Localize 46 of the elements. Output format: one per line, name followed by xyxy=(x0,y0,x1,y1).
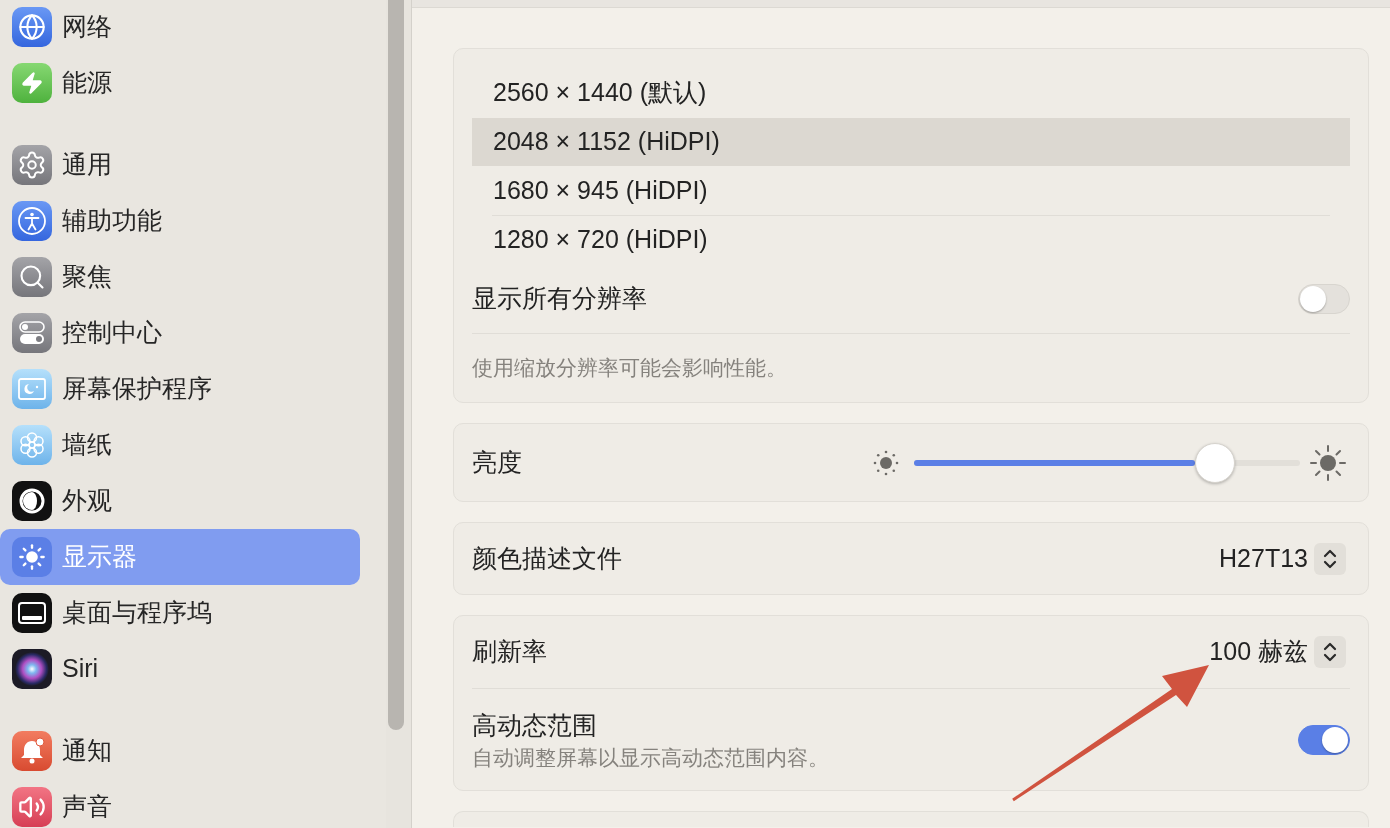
slider-thumb[interactable] xyxy=(1195,442,1236,483)
sidebar-item[interactable]: 聚焦 xyxy=(0,249,360,305)
setting-label: 颜色描述文件 xyxy=(472,542,622,574)
speaker-icon xyxy=(12,787,52,827)
gear-icon xyxy=(12,145,52,185)
toggles-icon xyxy=(12,313,52,353)
lightning-icon xyxy=(12,63,52,103)
setting-label: 亮度 xyxy=(472,446,523,478)
search-icon xyxy=(12,257,52,297)
sidebar-item[interactable]: 通知 xyxy=(0,723,360,779)
sidebar-item[interactable]: 声音 xyxy=(0,779,360,828)
window-icon xyxy=(12,593,52,633)
sidebar-item[interactable]: Siri xyxy=(0,641,360,697)
globe-icon xyxy=(12,7,52,47)
flower-icon xyxy=(12,425,52,465)
setting-label: 刷新率 xyxy=(472,636,547,668)
setting-label: 高动态范围 xyxy=(472,709,598,741)
setting-description: 自动调整屏幕以显示高动态范围内容。 xyxy=(472,744,829,771)
setting-label: 显示所有分辨率 xyxy=(472,282,647,314)
sidebar-item[interactable]: 外观 xyxy=(0,473,360,529)
sidebar-item[interactable]: 桌面与程序坞 xyxy=(0,585,360,641)
accessibility-icon xyxy=(12,201,52,241)
dim-sun-icon xyxy=(873,449,899,476)
scrollbar[interactable] xyxy=(388,0,404,730)
sidebar-item[interactable]: 辅助功能 xyxy=(0,193,360,249)
sidebar-item[interactable]: 墙纸 xyxy=(0,417,360,473)
refresh-popup-button[interactable]: 100 赫兹 xyxy=(1209,633,1346,671)
sidebar-item[interactable]: 通用 xyxy=(0,137,360,193)
up-down-chevron-icon xyxy=(1314,542,1346,575)
bell-icon xyxy=(12,731,52,771)
up-down-chevron-icon xyxy=(1314,636,1346,668)
resolution-option[interactable]: 1280 × 720 (HiDPI) xyxy=(472,216,1350,264)
screen-moon-icon xyxy=(12,369,52,409)
sidebar-item[interactable]: 屏幕保护程序 xyxy=(0,361,360,417)
toggle-switch[interactable] xyxy=(1298,724,1350,755)
resolution-option[interactable]: 2560 × 1440 (默认) xyxy=(472,69,1350,117)
resolution-option[interactable]: 2048 × 1152 (HiDPI) xyxy=(472,118,1350,166)
profile-popup-button[interactable]: H27T13 xyxy=(1219,539,1346,578)
sidebar-item[interactable]: 控制中心 xyxy=(0,305,360,361)
resolution-option[interactable]: 1680 × 945 (HiDPI) xyxy=(472,167,1350,215)
note-text: 使用缩放分辨率可能会影响性能。 xyxy=(472,355,787,382)
orb-icon xyxy=(12,649,52,689)
bright-sun-icon xyxy=(1310,444,1346,481)
sidebar-item[interactable]: 能源 xyxy=(0,55,360,111)
sun-icon xyxy=(12,537,52,577)
sidebar-item[interactable]: 网络 xyxy=(0,0,360,55)
